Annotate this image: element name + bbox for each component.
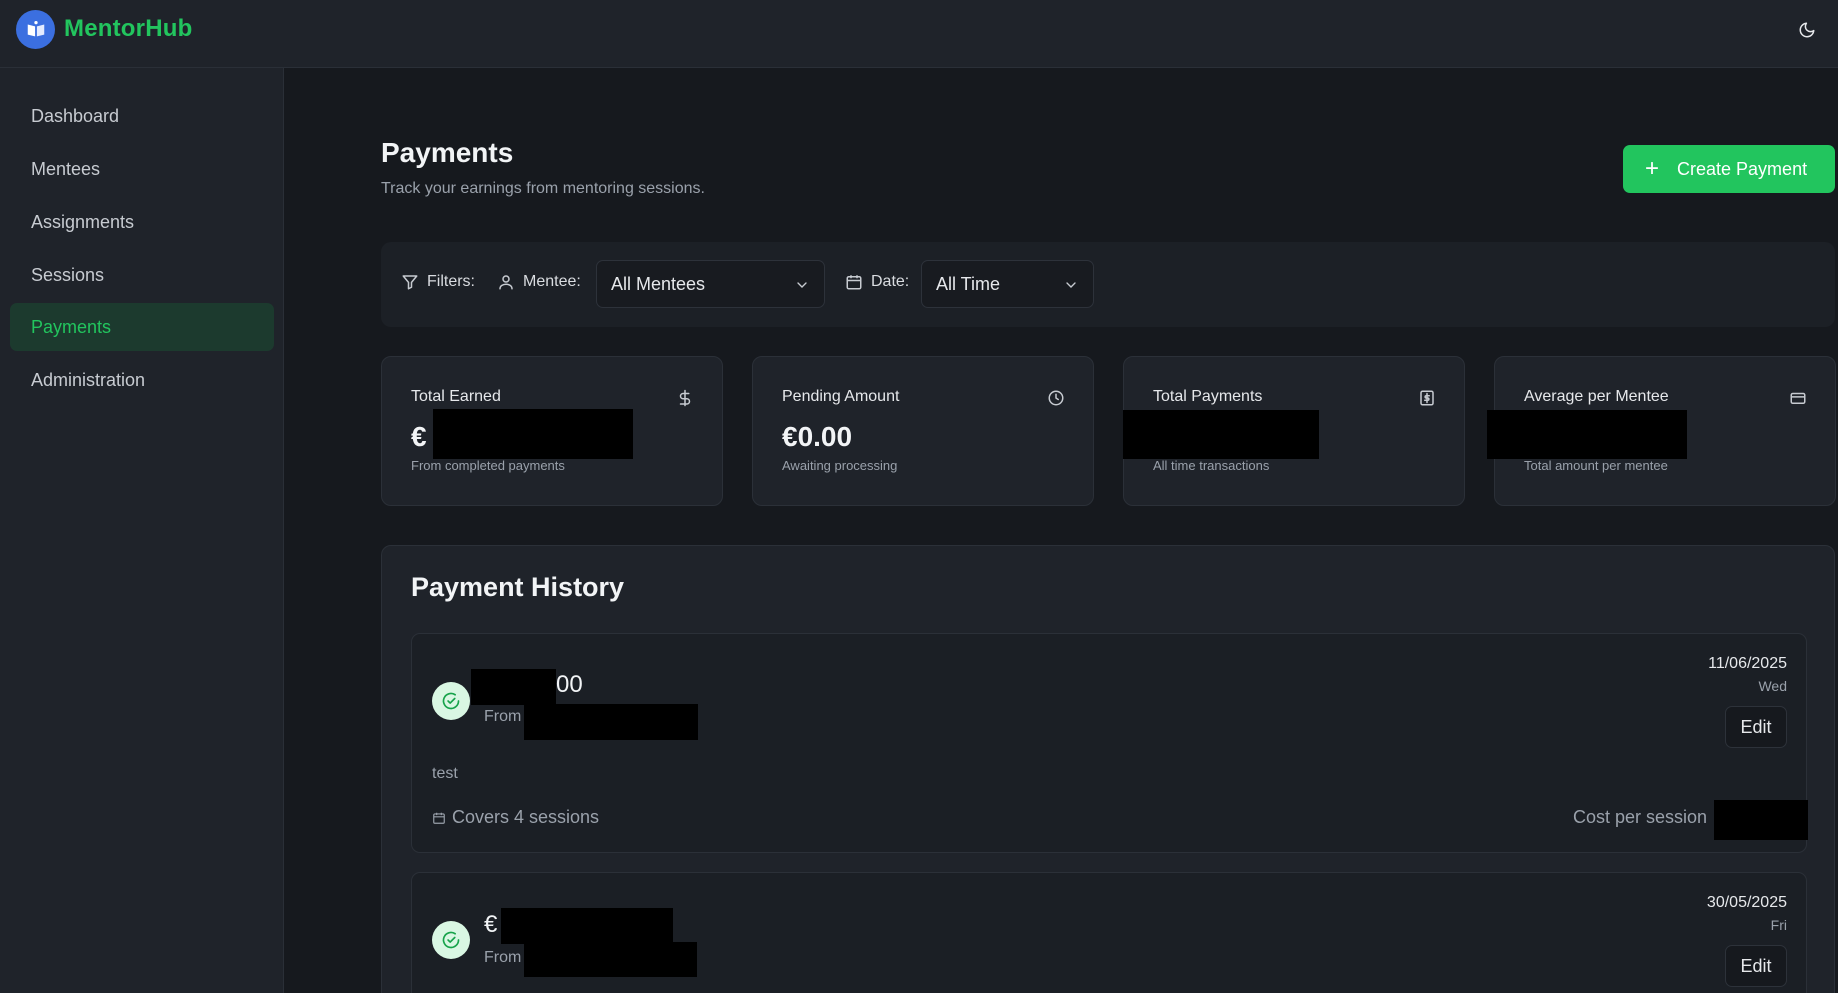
filter-icon — [402, 275, 418, 290]
stat-title: Pending Amount — [782, 388, 900, 405]
payment-item[interactable]: 00 From 11/06/2025 Wed Edit test Covers … — [411, 633, 1808, 853]
payment-from: From — [484, 708, 522, 725]
edit-button[interactable]: Edit — [1725, 706, 1787, 748]
payment-item[interactable]: € From 30/05/2025 Fri Edit — [411, 872, 1807, 993]
brand-name[interactable]: MentorHub — [64, 15, 192, 43]
stat-desc: All time transactions — [1153, 458, 1270, 473]
calendar-icon — [846, 275, 862, 290]
redacted-block — [471, 669, 556, 705]
payment-history-panel: Payment History 00 From 11/06/2025 Wed E… — [381, 545, 1835, 993]
sidebar-item-dashboard[interactable]: Dashboard — [10, 92, 274, 140]
dollar-icon — [679, 389, 691, 407]
payment-weekday: Wed — [1758, 678, 1787, 694]
payment-weekday: Fri — [1770, 917, 1787, 933]
sidebar-item-assignments[interactable]: Assignments — [10, 198, 274, 246]
chevron-down-icon — [797, 282, 807, 288]
redacted-block — [524, 704, 698, 740]
page-subtitle: Track your earnings from mentoring sessi… — [381, 180, 705, 197]
mentee-select-value: All Mentees — [611, 273, 706, 294]
stat-card-total-earned: Total Earned € From completed payments — [381, 356, 723, 506]
stat-title: Total Payments — [1153, 388, 1263, 405]
stat-card-total-payments: Total Payments All time transactions — [1123, 356, 1465, 506]
payment-note: test — [432, 765, 458, 782]
stat-desc: Total amount per mentee — [1524, 458, 1668, 473]
calendar-icon — [433, 812, 445, 824]
stat-card-pending-amount: Pending Amount €0.00 Awaiting processing — [752, 356, 1094, 506]
page-title: Payments — [381, 137, 514, 168]
redacted-block — [433, 409, 633, 459]
date-select[interactable]: All Time — [921, 260, 1094, 308]
sidebar: Dashboard Mentees Assignments Sessions P… — [0, 68, 284, 993]
check-circle-icon — [432, 682, 470, 720]
receipt-icon — [1420, 390, 1434, 406]
stat-value: €0.00 — [782, 421, 853, 452]
stat-desc: Awaiting processing — [782, 458, 898, 473]
filters-label-group: Filters: — [401, 273, 475, 291]
covers-sessions: Covers 4 sessions — [432, 807, 599, 828]
payment-history-title: Payment History — [411, 572, 625, 602]
check-circle-icon — [432, 921, 470, 959]
mentee-label: Mentee: — [523, 273, 581, 290]
redacted-block — [1714, 800, 1808, 840]
redacted-block — [501, 908, 673, 944]
sidebar-item-payments[interactable]: Payments — [10, 303, 274, 351]
payment-from: From — [484, 949, 522, 966]
payment-amount: € — [484, 911, 498, 938]
plus-icon: + — [1645, 155, 1660, 182]
date-select-value: All Time — [936, 273, 1001, 294]
sidebar-item-mentees[interactable]: Mentees — [10, 145, 274, 193]
moon-icon[interactable] — [1794, 17, 1820, 43]
stat-title: Total Earned — [411, 388, 501, 405]
payment-date: 30/05/2025 — [1706, 894, 1787, 911]
credit-card-icon — [1790, 392, 1806, 404]
redacted-block — [1487, 410, 1687, 459]
stat-desc: From completed payments — [411, 458, 565, 473]
sidebar-item-administration[interactable]: Administration — [10, 356, 274, 404]
create-payment-label: Create Payment — [1677, 158, 1808, 179]
payment-amount: 00 — [556, 671, 583, 698]
date-label-group: Date: — [845, 273, 909, 291]
stat-title: Average per Mentee — [1524, 388, 1669, 405]
logo-icon — [16, 10, 55, 49]
filters-bar: Filters: Mentee: All Mentees Date: All T… — [381, 242, 1835, 327]
user-icon — [499, 275, 513, 290]
sidebar-item-sessions[interactable]: Sessions — [10, 251, 274, 299]
redacted-block — [524, 942, 697, 977]
edit-button[interactable]: Edit — [1725, 945, 1787, 987]
stat-value: € — [411, 421, 427, 452]
clock-icon — [1048, 390, 1064, 406]
mentee-select[interactable]: All Mentees — [596, 260, 825, 308]
create-payment-button[interactable]: + Create Payment — [1623, 145, 1835, 193]
app-header: MentorHub — [0, 0, 1838, 68]
covers-sessions-text: Covers 4 sessions — [452, 807, 600, 827]
chevron-down-icon — [1066, 282, 1076, 288]
date-label: Date: — [871, 273, 910, 290]
mentee-label-group: Mentee: — [497, 273, 581, 291]
stat-card-average-per-mentee: Average per Mentee Total amount per ment… — [1487, 356, 1836, 506]
redacted-block — [1123, 410, 1319, 459]
cost-per-session-label: Cost per session — [1573, 807, 1708, 827]
payment-date: 11/06/2025 — [1708, 655, 1787, 672]
filters-label: Filters: — [427, 273, 475, 290]
